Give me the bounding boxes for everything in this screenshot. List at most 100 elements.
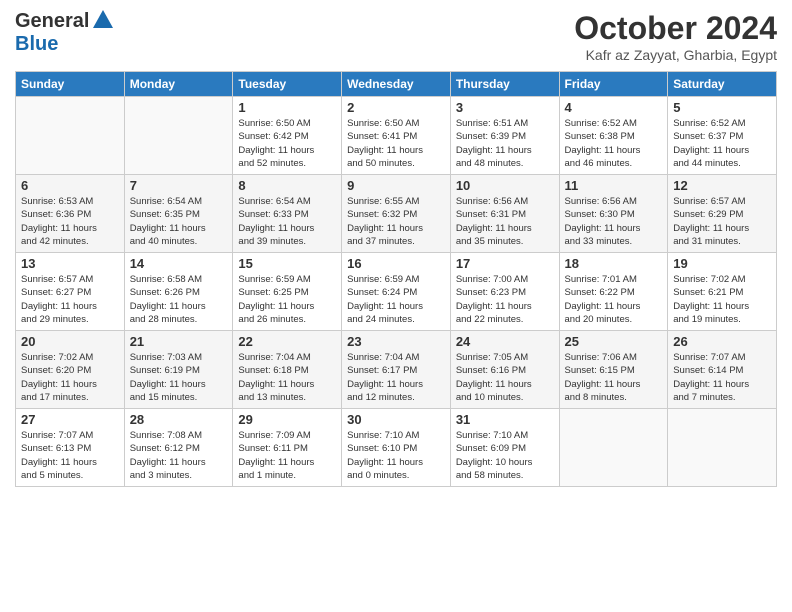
day-info: Sunrise: 7:07 AM Sunset: 6:14 PM Dayligh…: [673, 351, 771, 404]
calendar-cell: 11Sunrise: 6:56 AM Sunset: 6:30 PM Dayli…: [559, 175, 668, 253]
day-info: Sunrise: 7:02 AM Sunset: 6:21 PM Dayligh…: [673, 273, 771, 326]
logo: General Blue: [15, 10, 113, 56]
calendar-cell: 22Sunrise: 7:04 AM Sunset: 6:18 PM Dayli…: [233, 331, 342, 409]
day-number: 27: [21, 412, 119, 427]
day-number: 14: [130, 256, 228, 271]
day-number: 23: [347, 334, 445, 349]
calendar-cell: 31Sunrise: 7:10 AM Sunset: 6:09 PM Dayli…: [450, 409, 559, 487]
day-number: 19: [673, 256, 771, 271]
day-info: Sunrise: 6:51 AM Sunset: 6:39 PM Dayligh…: [456, 117, 554, 170]
calendar-cell: 12 Sunrise: 6:57 AM Sunset: 6:29 PM Dayli…: [668, 175, 777, 253]
day-number: 18: [565, 256, 663, 271]
calendar-cell: 4Sunrise: 6:52 AM Sunset: 6:38 PM Daylig…: [559, 97, 668, 175]
calendar-cell: 16 Sunrise: 6:59 AM Sunset: 6:24 PM Dayli…: [342, 253, 451, 331]
day-info: Sunrise: 6:52 AM Sunset: 6:38 PM Dayligh…: [565, 117, 663, 170]
day-info: Sunrise: 7:03 AM Sunset: 6:19 PM Dayligh…: [130, 351, 228, 404]
day-number: 10: [456, 178, 554, 193]
calendar-cell: 17 Sunrise: 7:00 AM Sunset: 6:23 PM Dayli…: [450, 253, 559, 331]
day-info: Sunrise: 7:08 AM Sunset: 6:12 PM Dayligh…: [130, 429, 228, 482]
day-info: Sunrise: 7:10 AM Sunset: 6:10 PM Dayligh…: [347, 429, 445, 482]
day-info: Sunrise: 7:00 AM Sunset: 6:23 PM Dayligh…: [456, 273, 554, 326]
calendar-week-2: 6 Sunrise: 6:53 AM Sunset: 6:36 PM Daylig…: [16, 175, 777, 253]
calendar-cell: 8 Sunrise: 6:54 AM Sunset: 6:33 PM Daylig…: [233, 175, 342, 253]
day-info: Sunrise: 7:09 AM Sunset: 6:11 PM Dayligh…: [238, 429, 336, 482]
header: General Blue October 2024 Kafr az Zayyat…: [15, 10, 777, 63]
calendar-cell: 26 Sunrise: 7:07 AM Sunset: 6:14 PM Dayli…: [668, 331, 777, 409]
calendar-cell: [124, 97, 233, 175]
col-monday: Monday: [124, 72, 233, 97]
day-info: Sunrise: 6:54 AM Sunset: 6:33 PM Dayligh…: [238, 195, 336, 248]
logo-arrow-icon: [91, 10, 113, 28]
col-wednesday: Wednesday: [342, 72, 451, 97]
calendar-table: Sunday Monday Tuesday Wednesday Thursday…: [15, 71, 777, 487]
day-info: Sunrise: 6:54 AM Sunset: 6:35 PM Dayligh…: [130, 195, 228, 248]
day-number: 13: [21, 256, 119, 271]
calendar-cell: 25 Sunrise: 7:06 AM Sunset: 6:15 PM Dayli…: [559, 331, 668, 409]
calendar-cell: [668, 409, 777, 487]
day-number: 9: [347, 178, 445, 193]
calendar-cell: 28 Sunrise: 7:08 AM Sunset: 6:12 PM Dayli…: [124, 409, 233, 487]
day-info: Sunrise: 7:05 AM Sunset: 6:16 PM Dayligh…: [456, 351, 554, 404]
day-info: Sunrise: 6:58 AM Sunset: 6:26 PM Dayligh…: [130, 273, 228, 326]
calendar-cell: 19 Sunrise: 7:02 AM Sunset: 6:21 PM Dayli…: [668, 253, 777, 331]
calendar-cell: 23 Sunrise: 7:04 AM Sunset: 6:17 PM Dayli…: [342, 331, 451, 409]
day-number: 12: [673, 178, 771, 193]
col-sunday: Sunday: [16, 72, 125, 97]
day-number: 24: [456, 334, 554, 349]
day-info: Sunrise: 6:50 AM Sunset: 6:41 PM Dayligh…: [347, 117, 445, 170]
day-number: 15: [238, 256, 336, 271]
day-number: 26: [673, 334, 771, 349]
calendar-cell: 29 Sunrise: 7:09 AM Sunset: 6:11 PM Dayli…: [233, 409, 342, 487]
calendar-cell: 5Sunrise: 6:52 AM Sunset: 6:37 PM Daylig…: [668, 97, 777, 175]
day-info: Sunrise: 7:01 AM Sunset: 6:22 PM Dayligh…: [565, 273, 663, 326]
day-number: 17: [456, 256, 554, 271]
col-friday: Friday: [559, 72, 668, 97]
day-number: 3: [456, 100, 554, 115]
day-number: 20: [21, 334, 119, 349]
calendar-cell: 27 Sunrise: 7:07 AM Sunset: 6:13 PM Dayli…: [16, 409, 125, 487]
col-tuesday: Tuesday: [233, 72, 342, 97]
day-info: Sunrise: 6:59 AM Sunset: 6:25 PM Dayligh…: [238, 273, 336, 326]
calendar-cell: 13 Sunrise: 6:57 AM Sunset: 6:27 PM Dayli…: [16, 253, 125, 331]
day-info: Sunrise: 6:52 AM Sunset: 6:37 PM Dayligh…: [673, 117, 771, 170]
day-info: Sunrise: 6:55 AM Sunset: 6:32 PM Dayligh…: [347, 195, 445, 248]
day-number: 29: [238, 412, 336, 427]
day-info: Sunrise: 6:57 AM Sunset: 6:27 PM Dayligh…: [21, 273, 119, 326]
calendar-week-1: 1 Sunrise: 6:50 AM Sunset: 6:42 PM Daylig…: [16, 97, 777, 175]
day-info: Sunrise: 6:50 AM Sunset: 6:42 PM Dayligh…: [238, 117, 336, 170]
calendar-cell: 1 Sunrise: 6:50 AM Sunset: 6:42 PM Daylig…: [233, 97, 342, 175]
calendar-cell: 6 Sunrise: 6:53 AM Sunset: 6:36 PM Daylig…: [16, 175, 125, 253]
day-number: 8: [238, 178, 336, 193]
day-number: 1: [238, 100, 336, 115]
day-number: 6: [21, 178, 119, 193]
day-number: 25: [565, 334, 663, 349]
calendar-title: October 2024: [574, 10, 777, 47]
day-number: 11: [565, 178, 663, 193]
logo-blue: Blue: [15, 33, 58, 55]
day-number: 16: [347, 256, 445, 271]
calendar-subtitle: Kafr az Zayyat, Gharbia, Egypt: [574, 47, 777, 63]
calendar-cell: 30Sunrise: 7:10 AM Sunset: 6:10 PM Dayli…: [342, 409, 451, 487]
day-info: Sunrise: 7:04 AM Sunset: 6:17 PM Dayligh…: [347, 351, 445, 404]
title-block: October 2024 Kafr az Zayyat, Gharbia, Eg…: [574, 10, 777, 63]
calendar-cell: 18 Sunrise: 7:01 AM Sunset: 6:22 PM Dayli…: [559, 253, 668, 331]
calendar-cell: 10 Sunrise: 6:56 AM Sunset: 6:31 PM Dayli…: [450, 175, 559, 253]
calendar-cell: 14 Sunrise: 6:58 AM Sunset: 6:26 PM Dayli…: [124, 253, 233, 331]
logo-general: General: [15, 10, 89, 33]
day-info: Sunrise: 6:53 AM Sunset: 6:36 PM Dayligh…: [21, 195, 119, 248]
day-number: 2: [347, 100, 445, 115]
day-info: Sunrise: 7:06 AM Sunset: 6:15 PM Dayligh…: [565, 351, 663, 404]
day-info: Sunrise: 7:07 AM Sunset: 6:13 PM Dayligh…: [21, 429, 119, 482]
day-number: 31: [456, 412, 554, 427]
col-thursday: Thursday: [450, 72, 559, 97]
day-number: 28: [130, 412, 228, 427]
calendar-cell: [559, 409, 668, 487]
day-info: Sunrise: 6:56 AM Sunset: 6:31 PM Dayligh…: [456, 195, 554, 248]
calendar-cell: 7Sunrise: 6:54 AM Sunset: 6:35 PM Daylig…: [124, 175, 233, 253]
calendar-header-row: Sunday Monday Tuesday Wednesday Thursday…: [16, 72, 777, 97]
day-info: Sunrise: 6:59 AM Sunset: 6:24 PM Dayligh…: [347, 273, 445, 326]
calendar-week-5: 27 Sunrise: 7:07 AM Sunset: 6:13 PM Dayli…: [16, 409, 777, 487]
day-info: Sunrise: 6:57 AM Sunset: 6:29 PM Dayligh…: [673, 195, 771, 248]
day-number: 21: [130, 334, 228, 349]
calendar-cell: 3 Sunrise: 6:51 AM Sunset: 6:39 PM Daylig…: [450, 97, 559, 175]
